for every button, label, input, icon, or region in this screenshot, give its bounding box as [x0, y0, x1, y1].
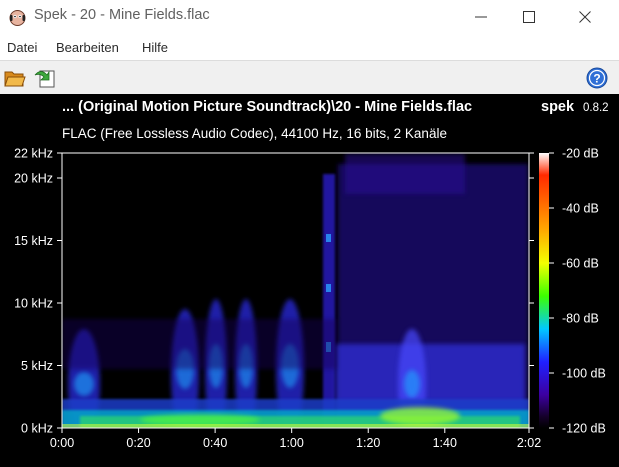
menu-bar: Datei Bearbeiten Hilfe [0, 37, 619, 59]
menu-item-hilfe[interactable]: Hilfe [142, 40, 168, 55]
minimize-button[interactable] [458, 0, 504, 33]
db-tick-label: -60 dB [562, 257, 599, 271]
freq-tick-label: 0 kHz [21, 422, 53, 436]
title-bar: Spek - 20 - Mine Fields.flac [0, 0, 619, 36]
db-colorbar [539, 153, 549, 428]
spectrogram-view: ... (Original Motion Picture Soundtrack)… [0, 94, 619, 467]
time-tick-label: 0:20 [126, 436, 150, 450]
menu-item-bearbeiten[interactable]: Bearbeiten [56, 40, 119, 55]
folder-open-icon[interactable] [3, 66, 27, 90]
spectrogram-plot: 22 kHz20 kHz15 kHz10 kHz5 kHz0 kHz 0:00 0… [14, 147, 606, 451]
db-axis: -20 dB -40 dB -60 dB -80 dB -100 dB -120 dB [549, 147, 606, 436]
svg-text:?: ? [593, 72, 600, 86]
db-tick-label: -120 dB [562, 422, 606, 436]
maximize-icon [523, 11, 535, 23]
time-tick-label: 0:00 [50, 436, 74, 450]
menu-item-datei[interactable]: Datei [7, 40, 37, 55]
time-tick-label: 2:02 [517, 436, 541, 450]
minimize-icon [475, 16, 487, 18]
time-tick-label: 1:40 [433, 436, 457, 450]
time-tick-label: 0:40 [203, 436, 227, 450]
freq-tick-label: 20 kHz [14, 172, 53, 186]
maximize-button[interactable] [506, 0, 552, 33]
freq-tick-label: 15 kHz [14, 234, 53, 248]
close-button[interactable] [562, 0, 608, 33]
spek-app-icon [9, 10, 26, 26]
freq-tick-label: 22 kHz [14, 147, 53, 161]
db-tick-label: -80 dB [562, 312, 599, 326]
time-tick-label: 1:00 [280, 436, 304, 450]
spectrogram-image [62, 153, 529, 428]
toolbar: ? [0, 60, 619, 94]
window-title: Spek - 20 - Mine Fields.flac [34, 7, 210, 23]
time-axis: 0:00 0:20 0:40 1:00 1:20 1:40 2:02 [50, 428, 541, 450]
close-icon [579, 11, 591, 23]
save-export-icon[interactable] [33, 66, 57, 90]
freq-tick-label: 5 kHz [21, 359, 53, 373]
freq-tick-label: 10 kHz [14, 297, 53, 311]
db-tick-label: -40 dB [562, 202, 599, 216]
help-icon[interactable]: ? [585, 66, 609, 90]
db-tick-label: -20 dB [562, 147, 599, 161]
time-tick-label: 1:20 [356, 436, 380, 450]
db-tick-label: -100 dB [562, 367, 606, 381]
